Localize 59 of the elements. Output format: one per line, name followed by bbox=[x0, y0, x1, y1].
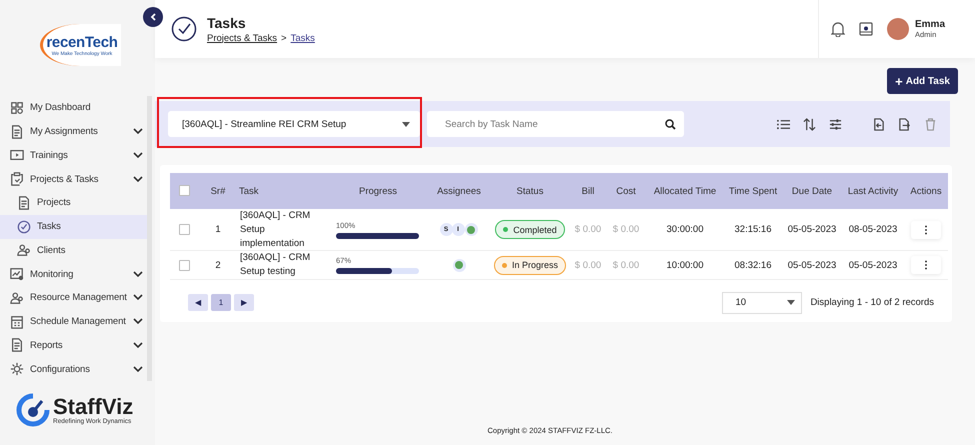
task-name: [360AQL] - CRM Setup testing bbox=[238, 250, 328, 280]
status-badge: Completed bbox=[495, 220, 565, 240]
page-title: Tasks bbox=[207, 14, 247, 30]
more-actions-button[interactable]: ⋮ bbox=[911, 256, 941, 274]
column-header: Progress bbox=[328, 173, 428, 209]
nav-item[interactable]: Clients bbox=[0, 238, 147, 262]
table-cell: $ 0.00 bbox=[570, 209, 606, 251]
add-task-button[interactable]: + Add Task bbox=[887, 68, 958, 94]
table-cell: 2 bbox=[198, 250, 238, 280]
column-header: Assignees bbox=[428, 173, 490, 209]
project-select[interactable]: [360AQL] - Streamline REI CRM Setup bbox=[168, 111, 420, 137]
column-header: Task bbox=[238, 173, 328, 209]
table-cell: 32:15:16 bbox=[724, 209, 782, 251]
column-header: Bill bbox=[570, 173, 606, 209]
nav-item[interactable]: My Dashboard bbox=[0, 96, 147, 120]
user-name: Emma bbox=[914, 19, 945, 30]
status-badge: In Progress bbox=[494, 256, 566, 275]
table-cell: 08:32:16 bbox=[724, 250, 782, 280]
nav-item[interactable]: Configurations bbox=[0, 357, 147, 381]
breadcrumb-link[interactable]: Tasks bbox=[290, 32, 315, 44]
table-cell: 30:00:00 bbox=[646, 209, 724, 251]
table-cell: 10:00:00 bbox=[646, 250, 724, 280]
table-cell: $ 0.00 bbox=[570, 250, 606, 280]
table-cell: 1 bbox=[198, 209, 238, 251]
task-name: [360AQL] - CRM Setup implementation bbox=[238, 209, 328, 251]
brand-name: StaffViz bbox=[53, 396, 134, 418]
column-header: Allocated Time bbox=[646, 173, 724, 209]
previous-page-button[interactable]: ◀ bbox=[188, 294, 208, 312]
nav-item[interactable]: Trainings bbox=[0, 144, 147, 168]
nav-item[interactable]: My Assignments bbox=[0, 120, 147, 144]
table-cell: 05-05-2023 bbox=[842, 250, 904, 280]
nav-item[interactable]: Reports bbox=[0, 334, 147, 358]
logo-text: recenTech bbox=[46, 34, 118, 50]
nav-item[interactable]: Monitoring bbox=[0, 262, 147, 286]
column-header: Actions bbox=[904, 173, 948, 209]
breadcrumb-link[interactable]: Projects & Tasks bbox=[207, 32, 278, 44]
nav-item[interactable]: Resource Management bbox=[0, 286, 147, 310]
column-header: Cost bbox=[606, 173, 646, 209]
table-cell: 05-05-2023 bbox=[782, 209, 842, 251]
nav-item[interactable]: Projects & Tasks bbox=[0, 167, 147, 191]
page-size-select[interactable]: 10 bbox=[722, 292, 802, 314]
more-actions-button[interactable]: ⋮ bbox=[911, 220, 941, 239]
table-cell: $ 0.00 bbox=[606, 250, 646, 280]
table-cell: $ 0.00 bbox=[606, 209, 646, 251]
nav-item[interactable]: Tasks bbox=[0, 214, 147, 238]
pagination-summary: Displaying 1 - 10 of 2 records bbox=[810, 297, 934, 308]
table-cell: 05-05-2023 bbox=[782, 250, 842, 280]
column-header: Sr# bbox=[198, 173, 238, 209]
column-header: Due Date bbox=[782, 173, 842, 209]
column-header: Status bbox=[490, 173, 570, 209]
table-cell: 08-05-2023 bbox=[842, 209, 904, 251]
page-button[interactable]: 1 bbox=[211, 294, 231, 312]
column-header: Last Activity bbox=[842, 173, 904, 209]
next-page-button[interactable]: ▶ bbox=[234, 294, 254, 312]
nav-item[interactable]: Schedule Management bbox=[0, 310, 147, 334]
search-field[interactable]: Search by Task Name bbox=[427, 111, 684, 137]
column-header: Time Spent bbox=[724, 173, 782, 209]
breadcrumb-separator: > bbox=[281, 32, 287, 44]
nav-item[interactable]: Projects bbox=[0, 191, 147, 215]
